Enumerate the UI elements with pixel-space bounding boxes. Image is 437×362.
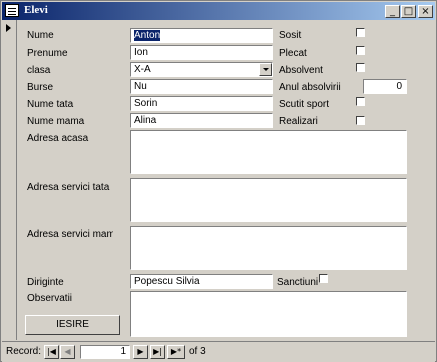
minimize-button[interactable]: _ [385,5,400,18]
label-plecat: Plecat [279,48,307,59]
prenume-input[interactable]: Ion [130,45,273,60]
sanctiuni-checkbox[interactable] [319,274,328,283]
adresa-servici-tata-textarea[interactable] [130,178,407,222]
record-label: Record: [6,346,42,357]
observatii-textarea[interactable] [130,291,407,337]
nume-input[interactable]: Anton [130,28,273,43]
next-record-button[interactable]: ▶ [133,345,148,359]
record-selector[interactable] [2,20,17,340]
close-button[interactable]: × [418,5,433,18]
plecat-checkbox[interactable] [356,46,365,55]
anul-absolvirii-input[interactable]: 0 [363,79,407,94]
title-bar[interactable]: Elevi _ □ × [2,2,435,20]
nume-value: Anton [134,30,161,41]
label-clasa: clasa [27,65,51,76]
label-adresa-acasa: Adresa acasa [27,133,89,144]
label-sanctiuni: Sanctiuni [277,277,319,288]
label-adresa-servici-tata: Adresa servici tata [27,182,110,193]
record-navigation-bar: Record: |◀ ◀ 1 ▶ ▶| ▶* of 3 [2,341,435,362]
exit-button[interactable]: IESIRE [25,315,120,335]
maximize-button[interactable]: □ [401,5,416,18]
label-burse: Burse [27,82,54,93]
sosit-checkbox[interactable] [356,28,365,37]
label-diriginte: Diriginte [27,277,64,288]
current-record-icon [6,24,11,32]
record-count: of 3 [189,346,206,357]
chevron-down-icon[interactable] [259,63,272,76]
label-prenume: Prenume [27,48,68,59]
previous-record-button[interactable]: ◀ [60,345,75,359]
burse-input[interactable]: Nu [130,79,273,94]
first-record-button[interactable]: |◀ [44,345,59,359]
scutit-sport-checkbox[interactable] [356,97,365,106]
adresa-acasa-textarea[interactable] [130,130,407,174]
adresa-servici-mama-textarea[interactable] [130,226,407,270]
label-nume-tata: Nume tata [27,99,74,110]
clasa-combobox[interactable]: X-A [130,62,273,77]
new-record-button[interactable]: ▶* [167,345,185,359]
realizari-checkbox[interactable] [356,116,365,125]
label-nume: Nume [27,30,54,41]
record-number-input[interactable]: 1 [80,345,130,359]
nume-mama-input[interactable]: Alina [130,113,273,128]
label-nume-mama: Nume mama [27,116,85,127]
label-sosit: Sosit [279,30,302,41]
label-absolvent: Absolvent [279,65,323,76]
nume-tata-input[interactable]: Sorin [130,96,273,111]
form-window: Elevi _ □ × Nume Prenume clasa Burse Num… [0,0,437,362]
form-icon [5,4,19,17]
label-anul-absolvirii: Anul absolvirii [279,82,341,93]
window-title: Elevi [24,4,48,16]
label-observatii: Observatii [27,293,73,304]
absolvent-checkbox[interactable] [356,63,365,72]
label-scutit-sport: Scutit sport [279,99,330,110]
label-realizari: Realizari [279,116,318,127]
diriginte-input[interactable]: Popescu Silvia [130,274,273,289]
last-record-button[interactable]: ▶| [150,345,165,359]
label-adresa-servici-mama: Adresa servici mama [27,229,113,240]
